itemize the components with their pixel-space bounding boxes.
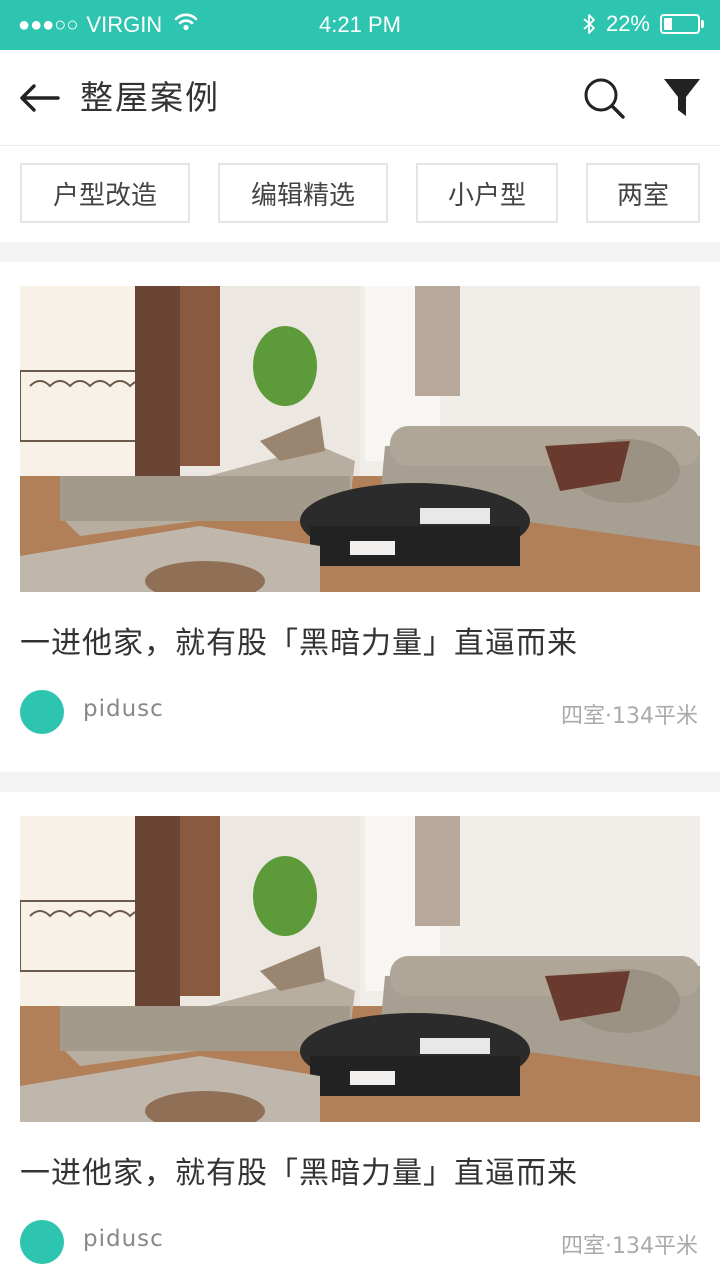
back-arrow-icon [20,84,60,112]
author-name[interactable]: pidusc [83,696,164,722]
back-button[interactable] [16,76,64,120]
section-separator [0,772,720,792]
case-title: 一进他家，就有股「黑暗力量」直逼而来 [20,1156,578,1191]
author-avatar[interactable] [20,690,64,734]
case-card[interactable]: 一进他家，就有股「黑暗力量」直逼而来 pidusc 四室·134平米 [0,792,720,1280]
author-name[interactable]: pidusc [83,1226,164,1252]
wifi-icon [174,12,198,38]
page-title: 整屋案例 [80,78,220,117]
status-bar: ●●●○○ VIRGIN 4:21 PM 22% [0,0,720,50]
tag-chip[interactable]: 户型改造 [20,163,190,223]
bluetooth-icon [582,12,596,36]
tag-chip[interactable]: 小户型 [416,163,558,223]
case-photo[interactable] [20,286,700,592]
status-left: ●●●○○ VIRGIN [18,12,198,38]
clock: 4:21 PM [319,12,401,37]
nav-bar: 整屋案例 [0,50,720,146]
case-photo[interactable] [20,816,700,1122]
status-right: 22% [582,11,704,37]
filter-button[interactable] [658,74,706,122]
case-meta: 四室·134平米 [561,1234,698,1259]
search-button[interactable] [580,74,628,122]
carrier-name: VIRGIN [86,12,163,37]
battery-percent: 22% [605,11,650,36]
tag-chip[interactable]: 编辑精选 [218,163,388,223]
case-title: 一进他家，就有股「黑暗力量」直逼而来 [20,626,578,661]
battery-icon [660,14,704,34]
tag-chip[interactable]: 两室 [586,163,700,223]
signal-strength: ●●●○○ [18,13,79,36]
tag-filter-row: 户型改造 编辑精选 小户型 两室 [0,146,720,242]
filter-icon [664,79,700,116]
author-avatar[interactable] [20,1220,64,1264]
battery-fill [664,18,672,30]
section-separator [0,242,720,262]
search-icon [584,78,625,119]
case-meta: 四室·134平米 [561,704,698,729]
case-card[interactable]: 一进他家，就有股「黑暗力量」直逼而来 pidusc 四室·134平米 [0,262,720,772]
